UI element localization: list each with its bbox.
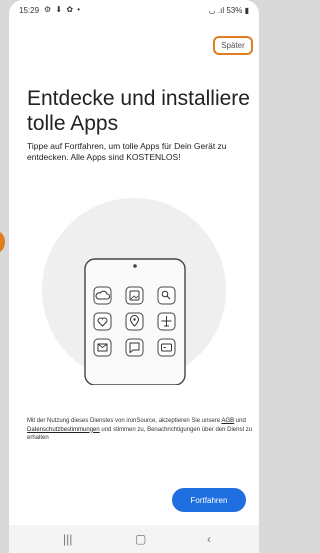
notification-icons: ⚙ ⬇ ✿ • xyxy=(44,5,82,14)
image-icon xyxy=(125,286,144,305)
home-icon[interactable]: ▢ xyxy=(135,532,146,546)
cloud-icon xyxy=(93,286,112,305)
continue-button[interactable]: Fortfahren xyxy=(172,488,246,512)
airplane-icon xyxy=(157,312,176,331)
battery-icon: ▮ xyxy=(244,6,249,15)
page-title: Entdecke und installiere tolle Apps xyxy=(27,87,250,135)
legal-text-1: Mit der Nutzung dieses Dienstes von iron… xyxy=(27,418,222,424)
status-bar: 15:29 ⚙ ⬇ ✿ • ◡ .ıl 53% ▮ xyxy=(9,0,259,20)
phone-camera-icon xyxy=(133,264,137,268)
wifi-icon: ◡ xyxy=(208,6,216,15)
skip-button[interactable]: Später xyxy=(213,36,253,55)
system-nav-bar: ||| ▢ ‹ xyxy=(9,525,259,553)
privacy-link[interactable]: Datenschutzbestimmungen xyxy=(27,427,100,433)
recent-apps-icon[interactable]: ||| xyxy=(63,532,72,546)
terms-link[interactable]: AGB xyxy=(221,418,234,424)
back-icon[interactable]: ‹ xyxy=(207,532,211,546)
chat-icon xyxy=(125,338,144,357)
location-pin-icon xyxy=(125,312,144,331)
status-time: 15:29 xyxy=(19,6,40,15)
heart-icon xyxy=(93,312,112,331)
status-right: ◡ .ıl 53% ▮ xyxy=(209,6,249,15)
search-icon xyxy=(157,286,176,305)
legal-notice: Mit der Nutzung dieses Dienstes von iron… xyxy=(27,417,255,443)
mail-icon xyxy=(93,338,112,357)
signal-icon: .ıl xyxy=(217,6,225,15)
highlight-marker xyxy=(0,231,5,253)
phone-illustration xyxy=(42,198,226,385)
legal-text-2: und xyxy=(234,418,246,424)
subtitle: Tippe auf Fortfahren, um tolle Apps für … xyxy=(27,141,227,162)
phone-screen: 15:29 ⚙ ⬇ ✿ • ◡ .ıl 53% ▮ Später Entdeck… xyxy=(9,0,259,553)
battery-level: 53% xyxy=(226,6,243,15)
card-icon xyxy=(157,338,176,357)
